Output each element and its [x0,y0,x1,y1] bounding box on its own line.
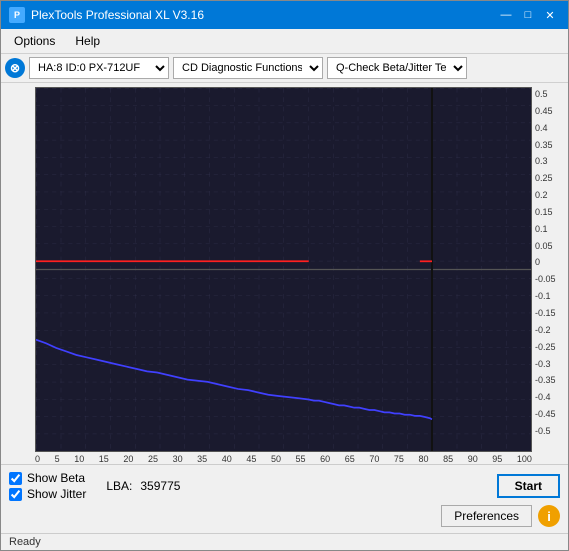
y-label-20: -0.5 [535,426,551,436]
minimize-button[interactable]: — [496,6,516,24]
drive-icon[interactable]: ⊗ [5,58,25,78]
x-label-6: 30 [173,454,183,464]
x-label-12: 60 [320,454,330,464]
function-select[interactable]: CD Diagnostic Functions [173,57,323,79]
y-label-2: 0.4 [535,123,548,133]
x-label-8: 40 [222,454,232,464]
y-label-4: 0.3 [535,156,548,166]
y-label-9: 0.05 [535,241,553,251]
y-label-10: 0 [535,257,540,267]
menu-bar: Options Help [1,29,568,54]
y-label-0: 0.5 [535,89,548,99]
x-label-11: 55 [296,454,306,464]
title-bar-left: P PlexTools Professional XL V3.16 [9,7,204,23]
x-label-1: 5 [55,454,60,464]
x-label-14: 70 [369,454,379,464]
bottom-panel: Show Beta Show Jitter LBA: 359775 Start … [1,464,568,533]
x-label-7: 35 [197,454,207,464]
show-beta-row: Show Beta [9,471,86,485]
y-axis-left [5,87,35,452]
y-label-3: 0.35 [535,140,553,150]
x-label-13: 65 [345,454,355,464]
x-label-4: 20 [123,454,133,464]
bottom-row2: Preferences i [9,505,560,527]
x-label-16: 80 [419,454,429,464]
show-jitter-row: Show Jitter [9,487,86,501]
x-label-18: 90 [468,454,478,464]
y-label-11: -0.05 [535,274,556,284]
status-bar: Ready [1,533,568,550]
menu-help[interactable]: Help [66,31,109,51]
toolbar: ⊗ HA:8 ID:0 PX-712UF CD Diagnostic Funct… [1,54,568,83]
test-select[interactable]: Q-Check Beta/Jitter Test [327,57,467,79]
start-button[interactable]: Start [497,474,560,498]
menu-options[interactable]: Options [5,31,64,51]
y-label-8: 0.1 [535,224,548,234]
info-button[interactable]: i [538,505,560,527]
y-label-12: -0.1 [535,291,551,301]
x-label-3: 15 [99,454,109,464]
close-button[interactable]: ✕ [540,6,560,24]
y-label-1: 0.45 [535,106,553,116]
x-label-5: 25 [148,454,158,464]
main-window: P PlexTools Professional XL V3.16 — □ ✕ … [0,0,569,551]
y-label-14: -0.2 [535,325,551,335]
chart-svg [36,88,531,451]
chart-area: High Low [1,83,568,464]
window-title: PlexTools Professional XL V3.16 [31,8,204,22]
app-icon: P [9,7,25,23]
show-beta-label: Show Beta [27,471,85,485]
x-label-2: 10 [74,454,84,464]
status-text: Ready [9,536,41,548]
y-label-7: 0.15 [535,207,553,217]
y-label-19: -0.45 [535,409,556,419]
x-label-17: 85 [443,454,453,464]
y-label-15: -0.25 [535,342,556,352]
title-bar-buttons: — □ ✕ [496,6,560,24]
y-label-6: 0.2 [535,190,548,200]
drive-select[interactable]: HA:8 ID:0 PX-712UF [29,57,169,79]
chart-container: High Low [5,87,564,452]
show-jitter-label: Show Jitter [27,487,86,501]
lba-label: LBA: [106,479,132,493]
y-label-17: -0.35 [535,375,556,385]
y-label-5: 0.25 [535,173,553,183]
x-axis: 0 5 10 15 20 25 30 35 40 45 50 55 60 65 … [35,452,532,464]
lba-value: 359775 [140,479,180,493]
show-jitter-checkbox[interactable] [9,488,22,501]
bottom-row1: Show Beta Show Jitter LBA: 359775 Start [9,471,560,501]
chart-inner: High Low [35,87,532,452]
lba-info: LBA: 359775 [106,479,180,493]
y-label-18: -0.4 [535,392,551,402]
x-label-20: 100 [517,454,532,464]
y-label-13: -0.15 [535,308,556,318]
y-label-16: -0.3 [535,359,551,369]
title-bar: P PlexTools Professional XL V3.16 — □ ✕ [1,1,568,29]
x-label-10: 50 [271,454,281,464]
x-label-15: 75 [394,454,404,464]
x-label-19: 95 [492,454,502,464]
y-axis-right: 0.5 0.45 0.4 0.35 0.3 0.25 0.2 0.15 0.1 … [532,87,564,452]
x-label-0: 0 [35,454,40,464]
checkboxes: Show Beta Show Jitter [9,471,86,501]
show-beta-checkbox[interactable] [9,472,22,485]
preferences-button[interactable]: Preferences [441,505,532,527]
x-label-9: 45 [246,454,256,464]
maximize-button[interactable]: □ [518,6,538,24]
